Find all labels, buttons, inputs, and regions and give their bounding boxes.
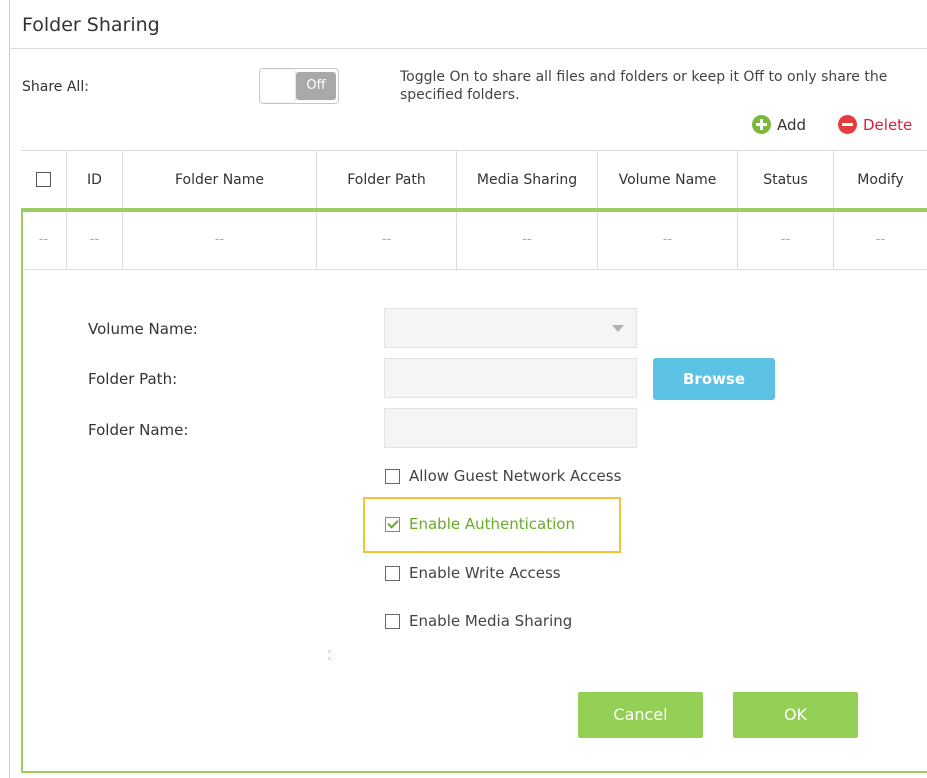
chevron-down-icon — [612, 325, 624, 332]
cancel-button[interactable]: Cancel — [578, 692, 703, 738]
share-all-help-text: Toggle On to share all files and folders… — [400, 69, 888, 103]
toggle-knob — [261, 70, 295, 102]
title-divider — [10, 48, 927, 49]
share-all-toggle[interactable]: Off — [259, 68, 339, 104]
toggle-state-label: Off — [296, 72, 336, 100]
column-header-status[interactable]: Status — [738, 151, 834, 208]
column-header-modify[interactable]: Modify — [834, 151, 927, 208]
enable-write-access-checkbox[interactable] — [385, 565, 400, 581]
header-select-all-cell — [21, 151, 67, 208]
column-header-media-sharing[interactable]: Media Sharing — [457, 151, 598, 208]
ok-button[interactable]: OK — [733, 692, 858, 738]
page-left-border — [9, 0, 10, 778]
select-all-checkbox[interactable] — [36, 172, 51, 187]
delete-label: Delete — [863, 115, 913, 134]
enable-media-sharing-option[interactable]: Enable Media Sharing — [385, 612, 572, 630]
enable-authentication-label: Enable Authentication — [409, 515, 575, 533]
enable-write-access-label: Enable Write Access — [409, 564, 561, 582]
column-header-folder-path[interactable]: Folder Path — [317, 151, 457, 208]
column-header-id[interactable]: ID — [67, 151, 123, 208]
enable-authentication-checkbox[interactable] — [385, 516, 400, 532]
page-title: Folder Sharing — [22, 14, 160, 36]
add-button[interactable]: Add — [752, 115, 806, 134]
share-all-label: Share All: — [22, 79, 89, 95]
minus-circle-icon — [838, 115, 857, 134]
enable-media-sharing-label: Enable Media Sharing — [409, 612, 573, 630]
folder-name-label: Folder Name: — [88, 421, 189, 439]
resize-handle — [328, 650, 332, 670]
enable-authentication-option[interactable]: Enable Authentication — [385, 515, 575, 533]
enable-write-access-option[interactable]: Enable Write Access — [385, 564, 561, 582]
column-header-folder-name[interactable]: Folder Name — [123, 151, 317, 208]
allow-guest-network-access-label: Allow Guest Network Access — [409, 467, 622, 485]
delete-button[interactable]: Delete — [838, 115, 912, 134]
folder-name-field[interactable] — [384, 408, 637, 448]
table-header-row: ID Folder Name Folder Path Media Sharing… — [21, 150, 927, 210]
volume-name-select[interactable] — [384, 308, 637, 348]
plus-circle-icon — [752, 115, 771, 134]
enable-media-sharing-checkbox[interactable] — [385, 613, 400, 629]
add-label: Add — [777, 115, 807, 134]
allow-guest-network-access-option[interactable]: Allow Guest Network Access — [385, 467, 621, 485]
folder-path-label: Folder Path: — [88, 370, 178, 388]
volume-name-label: Volume Name: — [88, 320, 198, 338]
add-folder-form — [21, 210, 927, 773]
allow-guest-network-access-checkbox[interactable] — [385, 468, 400, 484]
browse-button[interactable]: Browse — [653, 358, 775, 400]
column-header-volume-name[interactable]: Volume Name — [598, 151, 738, 208]
folder-path-field[interactable] — [384, 358, 637, 398]
